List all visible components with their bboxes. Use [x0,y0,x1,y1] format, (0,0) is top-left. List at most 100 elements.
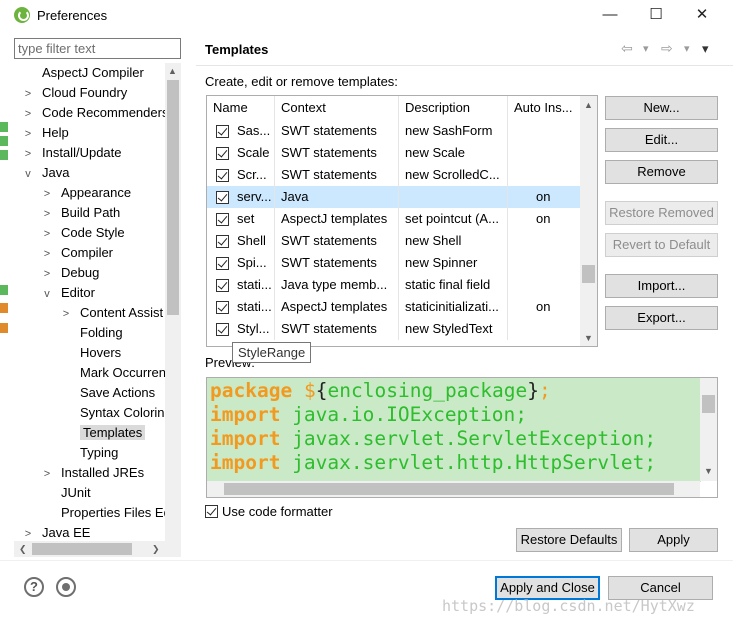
enable-checkbox[interactable] [216,191,229,204]
chevron-right-icon[interactable]: > [41,204,53,224]
minimize-button[interactable]: — [587,0,633,32]
chevron-right-icon[interactable]: > [60,304,72,324]
enable-checkbox[interactable] [216,257,229,270]
table-row[interactable]: stati... AspectJ templates staticinitializ… [207,296,581,318]
view-menu-icon[interactable]: ▾ [702,41,709,57]
tree-scroll-right-arrow[interactable]: ❯ [152,544,160,555]
column-header-name[interactable]: Name [207,96,275,120]
use-code-formatter-label[interactable]: Use code formatter [222,504,333,519]
tree-item[interactable]: Save Actions [60,383,155,403]
import-button[interactable]: Import... [605,274,718,298]
enable-checkbox[interactable] [216,301,229,314]
restore-removed-button[interactable]: Restore Removed [605,201,718,225]
chevron-right-icon[interactable]: > [22,524,34,541]
tree-item[interactable]: v Editor [41,283,95,303]
column-header-context[interactable]: Context [275,96,399,120]
chevron-right-icon[interactable]: > [41,264,53,284]
preview-editor[interactable]: package ${enclosing_package}; import java… [206,377,718,498]
back-arrow-icon[interactable]: ⇦ [621,40,633,57]
forward-arrow-icon[interactable]: ⇨ [661,40,673,57]
enable-checkbox[interactable] [216,125,229,138]
preview-horizontal-scroll-thumb[interactable] [224,483,674,495]
tree-item[interactable]: > Code Style [41,223,125,243]
table-row[interactable]: Spi... SWT statements new Spinner [207,252,581,274]
maximize-button[interactable]: ☐ [633,0,679,32]
tree-item-label: Templates [80,425,146,440]
table-row[interactable]: stati... Java type memb... static final fi… [207,274,581,296]
filter-input[interactable] [14,38,181,59]
use-code-formatter-checkbox[interactable] [205,505,218,518]
enable-checkbox[interactable] [216,169,229,182]
table-row[interactable]: serv... Java on [207,186,581,208]
tree-item[interactable]: Typing [60,443,118,463]
tree-item[interactable]: > Code Recommenders [22,103,169,124]
enable-checkbox[interactable] [216,323,229,336]
tree-item[interactable]: > Debug [41,263,100,284]
table-row[interactable]: Scale SWT statements new Scale [207,142,581,164]
remove-button[interactable]: Remove [605,160,718,184]
table-vertical-scrollbar[interactable] [580,96,597,346]
table-row[interactable]: set AspectJ templates set pointcut (A... on [207,208,581,230]
tree-item[interactable]: v Java [22,163,69,183]
tree-item[interactable]: Hovers [60,343,121,363]
column-header-description[interactable]: Description [399,96,508,120]
tree-vertical-scroll-thumb[interactable] [167,80,179,315]
chevron-down-icon[interactable]: v [41,284,53,304]
chevron-right-icon[interactable]: > [22,104,34,124]
tree-scroll-up-arrow[interactable]: ▲ [168,66,177,76]
chevron-right-icon[interactable]: > [22,84,34,104]
chevron-right-icon[interactable]: > [22,124,34,144]
table-row[interactable]: Shell SWT statements new Shell [207,230,581,252]
chevron-right-icon[interactable]: > [41,244,53,264]
table-scroll-up-arrow[interactable]: ▲ [584,100,593,110]
tree-item[interactable]: > Content Assist [60,303,163,323]
enable-checkbox[interactable] [216,147,229,160]
enable-checkbox[interactable] [216,213,229,226]
tree-item[interactable]: JUnit [41,483,91,503]
forward-menu-icon[interactable]: ▾ [684,42,690,55]
help-icon[interactable]: ? [24,577,44,597]
tree-item[interactable]: > Compiler [41,243,113,263]
back-menu-icon[interactable]: ▾ [643,42,649,55]
tree-horizontal-scroll-thumb[interactable] [32,543,132,555]
tree-item[interactable]: Templates [60,423,146,443]
preview-vertical-scroll-thumb[interactable] [702,395,715,413]
apply-button[interactable]: Apply [629,528,718,552]
preference-tree[interactable]: AspectJ Compiler > Cloud Foundry > Code Reco… [14,63,181,541]
table-row[interactable]: Styl... SWT statements new StyledText [207,318,581,340]
tree-item[interactable]: > Install/Update [22,143,122,163]
edit-button[interactable]: Edit... [605,128,718,152]
restore-defaults-button[interactable]: Restore Defaults [516,528,622,552]
tree-item[interactable]: > Build Path [41,203,120,223]
tree-item[interactable]: > Appearance [41,183,131,203]
new-button[interactable]: New... [605,96,718,120]
chevron-right-icon[interactable]: > [22,144,34,164]
table-vertical-scroll-thumb[interactable] [582,265,595,283]
table-row[interactable]: Scr... SWT statements new ScrolledC... [207,164,581,186]
table-row[interactable]: Sas... SWT statements new SashForm [207,120,581,142]
tree-item[interactable]: Syntax Coloring [60,403,172,423]
close-button[interactable]: ✕ [679,0,725,32]
enable-checkbox[interactable] [216,235,229,248]
tree-item[interactable]: Folding [60,323,123,343]
templates-table[interactable]: Name Context Description Auto Ins... Sas… [206,95,598,347]
tree-item[interactable]: Mark Occurren [60,363,166,383]
tree-item[interactable]: > Installed JREs [41,463,144,483]
revert-to-default-button[interactable]: Revert to Default [605,233,718,257]
export-button[interactable]: Export... [605,306,718,330]
chevron-right-icon[interactable]: > [41,224,53,244]
column-header-auto-insert[interactable]: Auto Ins... [508,96,581,120]
chevron-right-icon[interactable]: > [41,464,53,484]
chevron-right-icon[interactable]: > [41,184,53,204]
tree-item[interactable]: > Cloud Foundry [22,83,128,104]
enable-checkbox[interactable] [216,279,229,292]
tree-item[interactable]: Properties Files Ed [41,503,171,523]
tree-item[interactable]: > Java EE [22,523,91,541]
chevron-down-icon[interactable]: v [22,164,34,184]
table-scroll-down-arrow[interactable]: ▼ [584,333,593,343]
tree-item[interactable]: AspectJ Compiler [22,63,144,83]
tree-item[interactable]: > Help [22,123,69,143]
record-icon[interactable] [56,577,76,597]
tree-scroll-left-arrow[interactable]: ❮ [19,544,27,555]
preview-scroll-down-arrow[interactable]: ▼ [704,466,713,476]
